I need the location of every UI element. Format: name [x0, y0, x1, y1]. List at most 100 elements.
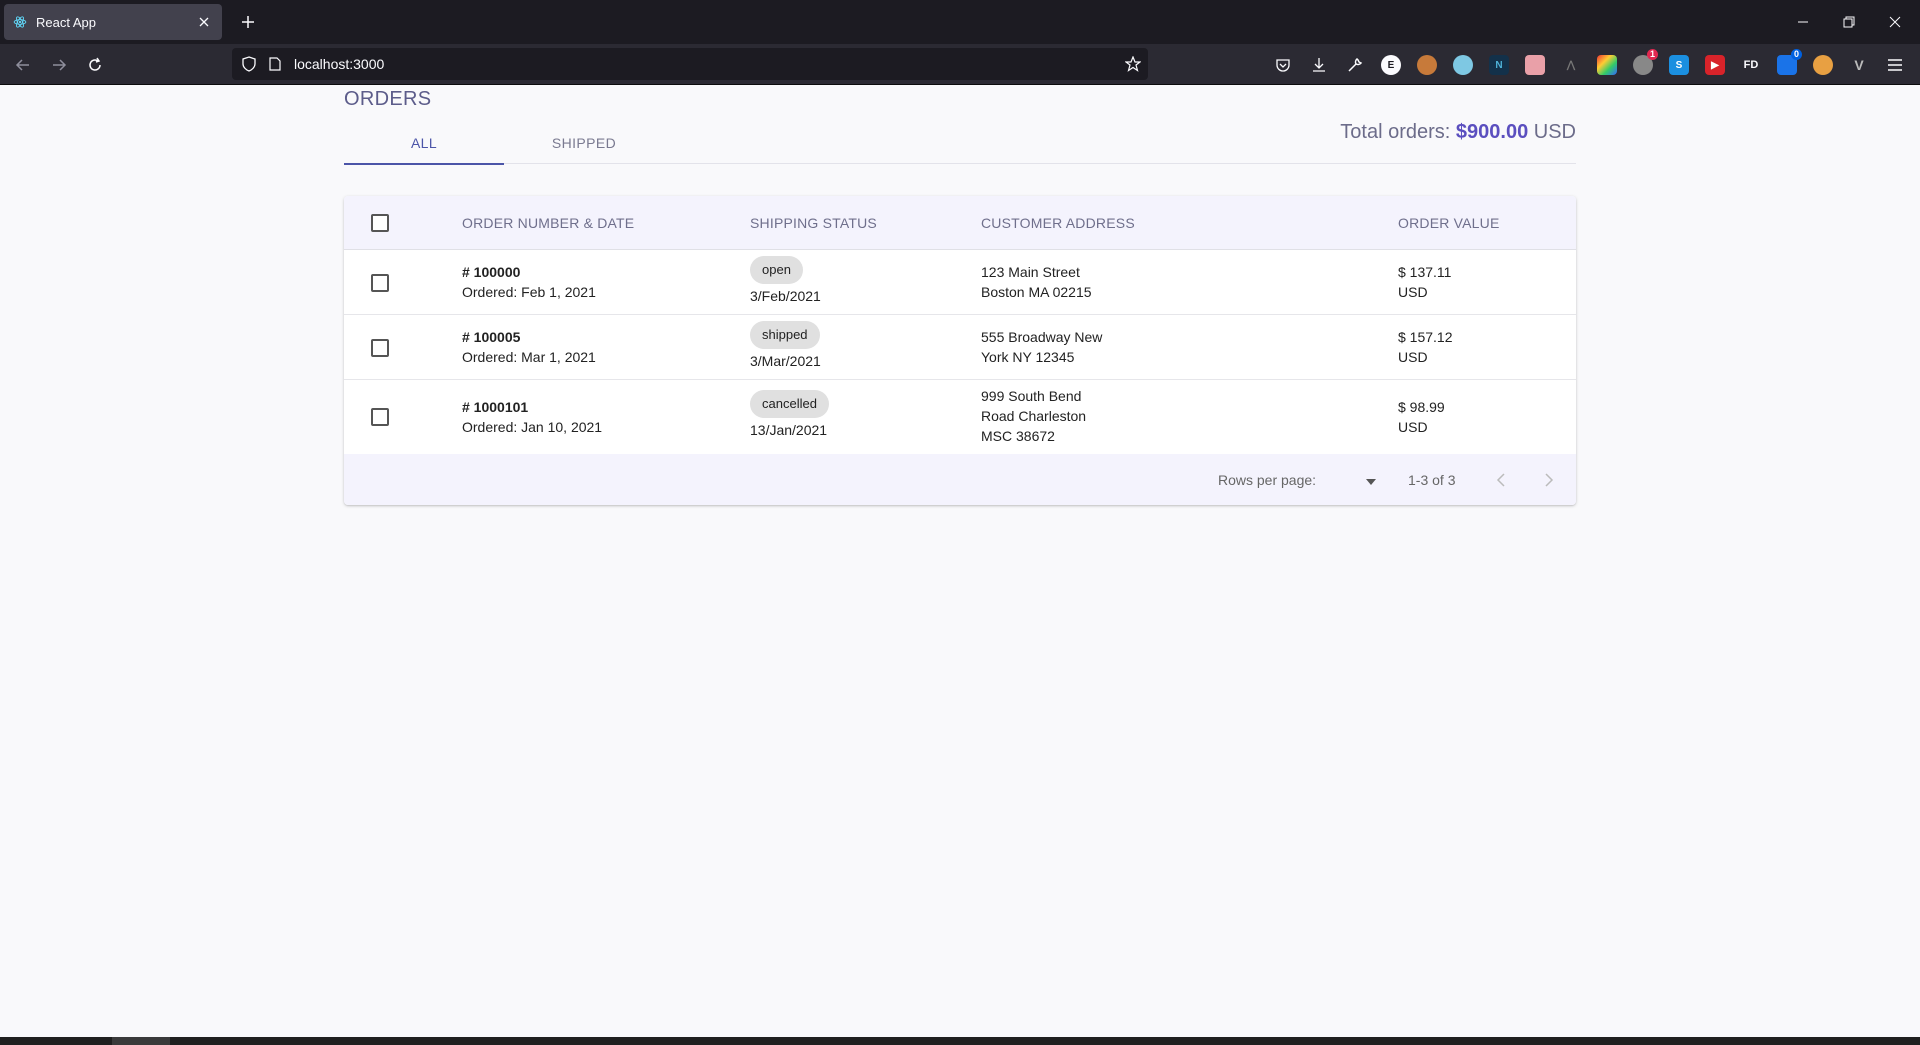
play-extension-icon[interactable]: ▶	[1705, 55, 1725, 75]
order-value: $ 157.12	[1398, 329, 1453, 345]
address-line: Road Charleston	[981, 408, 1087, 424]
order-date: Ordered: Feb 1, 2021	[462, 284, 596, 300]
pagination-range: 1-3 of 3	[1408, 471, 1456, 488]
pink-extension-icon[interactable]	[1525, 55, 1545, 75]
status-badge: cancelled	[750, 390, 829, 418]
table-row[interactable]: # 100000 Ordered: Feb 1, 2021 open 3/Feb…	[344, 250, 1576, 315]
orders-table: ORDER NUMBER & DATE SHIPPING STATUS CUST…	[344, 196, 1576, 505]
bookmark-star-icon[interactable]	[1118, 56, 1148, 72]
column-header-value[interactable]: ORDER VALUE	[1398, 196, 1500, 250]
status-date: 13/Jan/2021	[750, 422, 828, 438]
total-currency: USD	[1533, 121, 1576, 143]
extension-e-icon[interactable]: E	[1381, 55, 1401, 75]
extension-badge: 0	[1790, 49, 1802, 60]
close-window-icon[interactable]	[1872, 0, 1918, 44]
extension-v-icon[interactable]: V	[1849, 55, 1869, 75]
page-content: ORDERS ALL SHIPPED Total orders: $900.00…	[0, 85, 1920, 1037]
order-currency: USD	[1398, 284, 1428, 300]
forward-arrow-icon[interactable]	[46, 52, 72, 78]
order-date: Ordered: Jan 10, 2021	[462, 419, 603, 435]
total-label: Total orders:	[1340, 121, 1451, 143]
order-cell: # 100000 Ordered: Feb 1, 2021	[462, 262, 596, 302]
address-cell: 123 Main Street Boston MA 02215	[981, 262, 1092, 302]
extension-s-icon[interactable]: S	[1669, 55, 1689, 75]
status-date: 3/Mar/2021	[750, 353, 821, 369]
address-line: 999 South Bend	[981, 388, 1082, 404]
value-cell: $ 157.12 USD	[1398, 327, 1453, 367]
total-orders: Total orders: $900.00 USD	[1340, 121, 1576, 144]
new-tab-button[interactable]	[236, 10, 260, 34]
previous-page-icon[interactable]	[1488, 467, 1514, 493]
person-extension-icon[interactable]: 0	[1777, 49, 1802, 75]
multicolor-extension-icon[interactable]	[1597, 55, 1617, 75]
url-text[interactable]: localhost:3000	[294, 56, 1118, 72]
order-cell: # 1000101 Ordered: Jan 10, 2021	[462, 397, 602, 437]
total-amount: $900.00	[1455, 121, 1529, 143]
page-title: ORDERS	[344, 88, 432, 110]
column-header-order[interactable]: ORDER NUMBER & DATE	[462, 196, 634, 250]
row-checkbox[interactable]	[371, 339, 389, 357]
rows-per-page-dropdown[interactable]	[1356, 454, 1386, 505]
os-taskbar	[0, 1037, 1920, 1045]
wrench-icon[interactable]	[1345, 55, 1365, 75]
taskbar-item[interactable]	[112, 1037, 170, 1045]
globe-extension-icon[interactable]	[1453, 55, 1473, 75]
tab-all[interactable]: ALL	[344, 121, 504, 165]
order-currency: USD	[1398, 419, 1428, 435]
orange-extension-icon[interactable]	[1813, 55, 1833, 75]
select-all-checkbox[interactable]	[371, 214, 389, 232]
status-cell: open 3/Feb/2021	[750, 256, 821, 306]
status-cell: shipped 3/Mar/2021	[750, 321, 821, 371]
extension-badge: 1	[1646, 49, 1658, 60]
order-number: # 100000	[462, 264, 521, 280]
row-checkbox[interactable]	[371, 274, 389, 292]
browser-tab[interactable]: React App	[4, 4, 222, 40]
address-line: 123 Main Street	[981, 264, 1080, 280]
table-row[interactable]: # 1000101 Ordered: Jan 10, 2021 cancelle…	[344, 380, 1576, 454]
extension-n-icon[interactable]: N	[1489, 55, 1509, 75]
restore-window-icon[interactable]	[1826, 0, 1872, 44]
palette-extension-icon[interactable]	[1417, 55, 1437, 75]
address-cell: 999 South Bend Road Charleston MSC 38672	[981, 386, 1086, 446]
table-header: ORDER NUMBER & DATE SHIPPING STATUS CUST…	[344, 196, 1576, 250]
close-tab-icon[interactable]	[192, 10, 216, 34]
status-date: 3/Feb/2021	[750, 288, 821, 304]
shield-icon[interactable]	[240, 56, 258, 72]
minimize-window-icon[interactable]	[1780, 0, 1826, 44]
next-page-icon[interactable]	[1536, 467, 1562, 493]
value-cell: $ 137.11 USD	[1398, 262, 1451, 302]
order-currency: USD	[1398, 349, 1428, 365]
table-row[interactable]: # 100005 Ordered: Mar 1, 2021 shipped 3/…	[344, 315, 1576, 380]
address-line: York NY 12345	[981, 349, 1075, 365]
caret-down-icon	[1366, 472, 1376, 488]
order-number: # 100005	[462, 329, 521, 345]
rows-per-page-label: Rows per page:	[1218, 471, 1317, 488]
download-icon[interactable]	[1309, 55, 1329, 75]
order-number: # 1000101	[462, 399, 529, 415]
status-badge: open	[750, 256, 803, 284]
address-bar[interactable]: localhost:3000	[232, 48, 1148, 80]
extension-fd-icon[interactable]: FD	[1741, 55, 1761, 75]
back-arrow-icon[interactable]	[10, 52, 36, 78]
address-line: 555 Broadway New	[981, 329, 1103, 345]
menu-hamburger-icon[interactable]	[1885, 55, 1905, 75]
table-pagination: Rows per page: 1-3 of 3	[344, 454, 1576, 505]
value-cell: $ 98.99 USD	[1398, 397, 1445, 437]
row-checkbox[interactable]	[371, 408, 389, 426]
react-logo-icon	[12, 14, 28, 30]
column-header-status[interactable]: SHIPPING STATUS	[750, 196, 877, 250]
address-cell: 555 Broadway New York NY 12345	[981, 327, 1102, 367]
notifications-extension-icon[interactable]: 1	[1633, 49, 1658, 75]
status-cell: cancelled 13/Jan/2021	[750, 390, 829, 440]
pocket-icon[interactable]	[1273, 55, 1293, 75]
grey-extension-icon[interactable]: ⋀	[1561, 55, 1581, 75]
browser-toolbar: localhost:3000 E N ⋀ 1 S ▶ FD 0 V	[0, 44, 1920, 85]
column-header-address[interactable]: CUSTOMER ADDRESS	[981, 196, 1135, 250]
order-cell: # 100005 Ordered: Mar 1, 2021	[462, 327, 596, 367]
order-value: $ 137.11	[1398, 264, 1452, 280]
tab-shipped[interactable]: SHIPPED	[504, 121, 664, 164]
browser-tab-bar: React App	[0, 0, 1920, 44]
order-date: Ordered: Mar 1, 2021	[462, 349, 596, 365]
reload-icon[interactable]	[82, 52, 108, 78]
status-badge: shipped	[750, 321, 820, 349]
